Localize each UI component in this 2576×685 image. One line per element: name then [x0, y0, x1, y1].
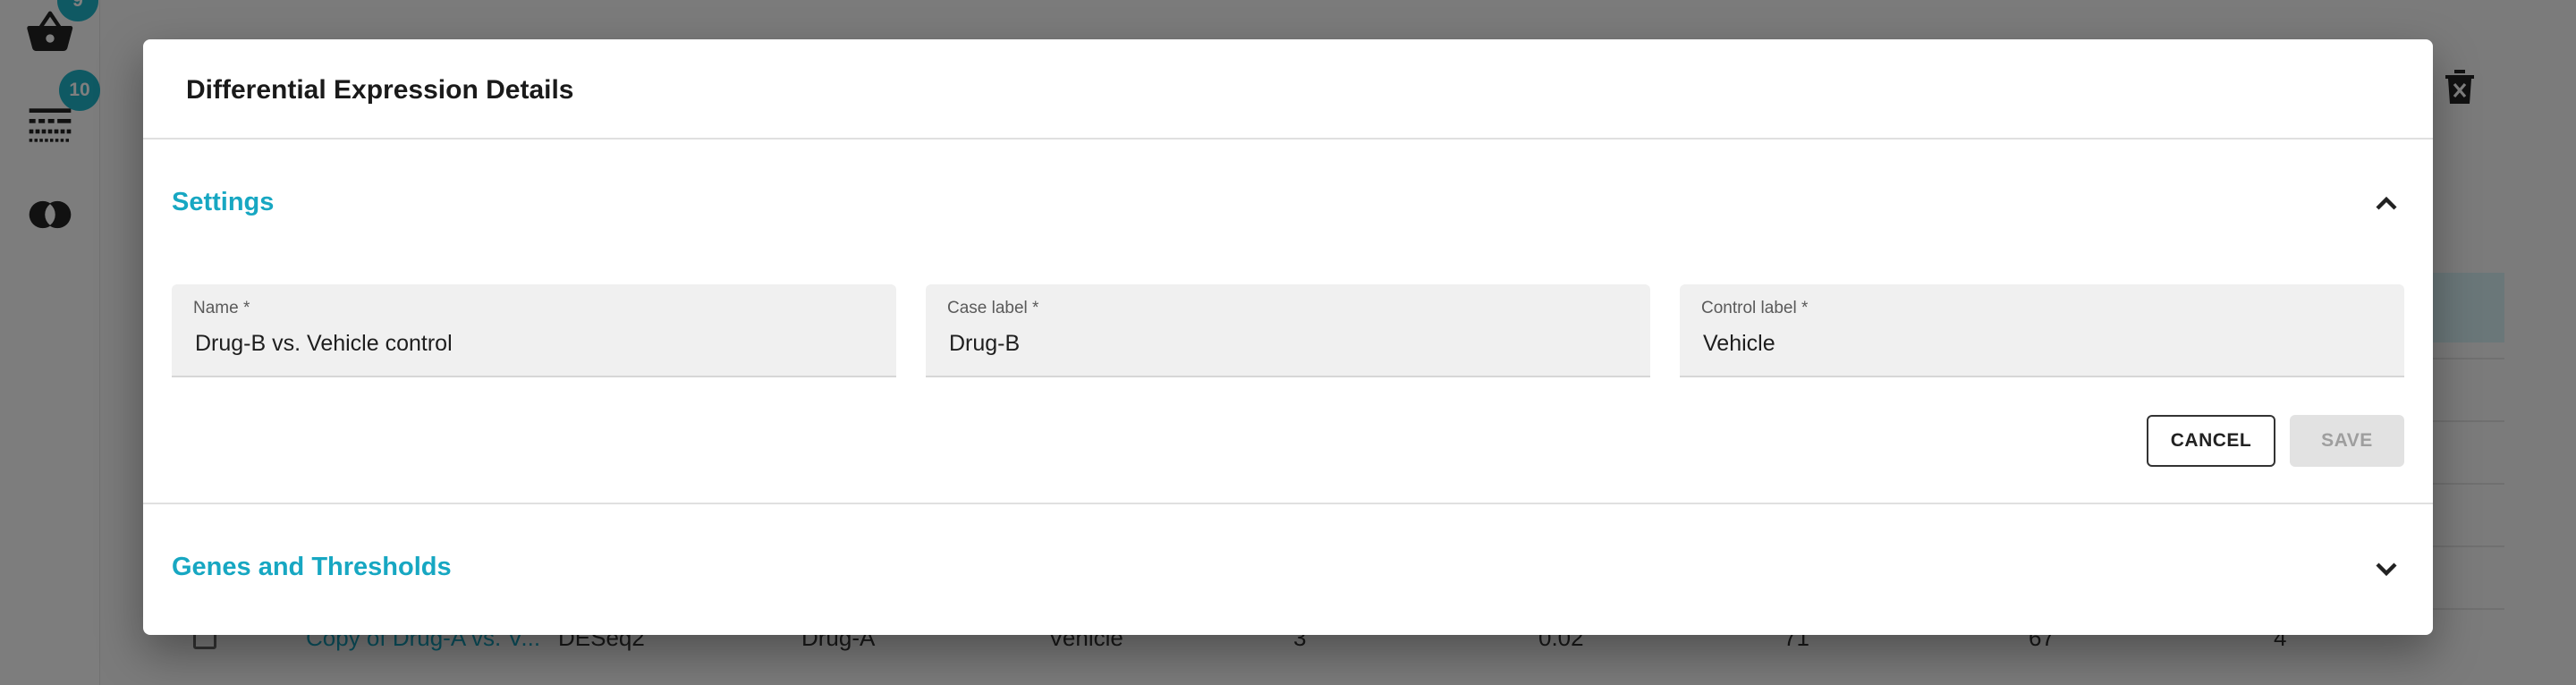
genes-section-header[interactable]: Genes and Thresholds — [172, 542, 2404, 596]
case-label-field[interactable]: Case label * — [926, 284, 1650, 377]
cancel-button[interactable]: CANCEL — [2147, 415, 2275, 467]
section-divider — [143, 503, 2433, 504]
settings-section-header[interactable]: Settings — [172, 177, 2404, 231]
control-label-field-label: Control label * — [1701, 299, 1809, 317]
case-label-field-label: Case label * — [947, 299, 1039, 317]
title-divider — [143, 138, 2433, 140]
chevron-down-icon[interactable] — [2368, 551, 2404, 587]
control-label-input[interactable] — [1703, 331, 2383, 357]
genes-thresholds-title: Genes and Thresholds — [172, 553, 452, 581]
differential-expression-dialog: Differential Expression Details Settings… — [143, 39, 2433, 635]
settings-title: Settings — [172, 188, 275, 216]
case-label-input[interactable] — [949, 331, 1629, 357]
save-button[interactable]: SAVE — [2290, 415, 2404, 467]
dialog-title: Differential Expression Details — [186, 75, 574, 105]
name-field-label: Name * — [193, 299, 250, 317]
control-label-field[interactable]: Control label * — [1680, 284, 2404, 377]
chevron-up-icon[interactable] — [2368, 186, 2404, 222]
name-input[interactable] — [195, 331, 875, 357]
name-field[interactable]: Name * — [172, 284, 896, 377]
